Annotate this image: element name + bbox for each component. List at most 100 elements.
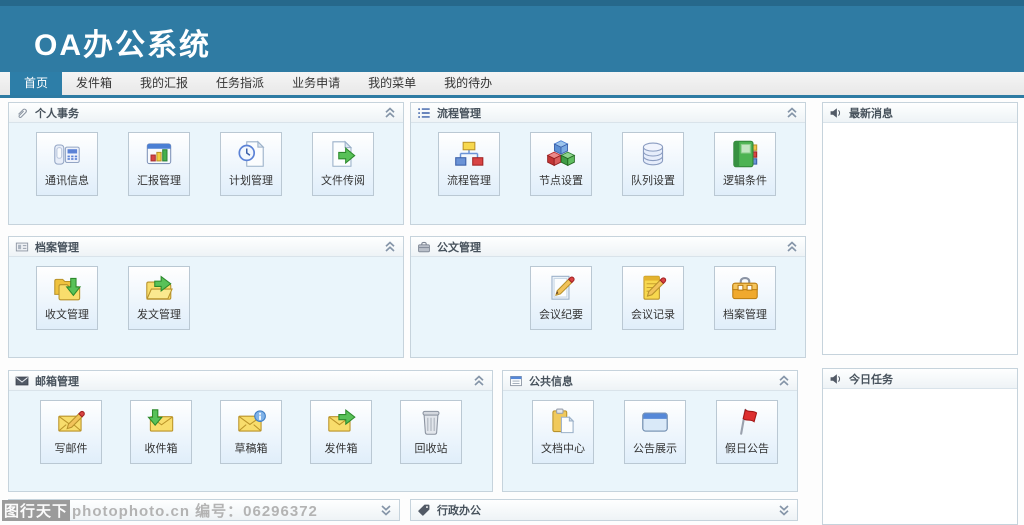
- collapse-down-icon[interactable]: [379, 504, 393, 517]
- panel-body: 写邮件 收件箱 草稿箱 发件箱回收站: [9, 391, 492, 464]
- app-tile-notice-display[interactable]: 公告展示: [624, 400, 686, 464]
- app-tile-meeting-minutes[interactable]: 会议纪要: [530, 266, 592, 330]
- app-tile-label: 通讯信息: [45, 172, 89, 188]
- app-tile-label: 流程管理: [447, 172, 491, 188]
- app-tile-file-circulation[interactable]: 文件传阅: [312, 132, 374, 196]
- panel-title: 个人事务: [35, 105, 79, 121]
- panel-body: 会议纪要会议记录档案管理: [411, 257, 805, 330]
- panel-body: 收文管理 发文管理: [9, 257, 403, 330]
- mail-compose-icon: [54, 405, 88, 439]
- collapse-up-icon[interactable]: [472, 374, 486, 387]
- collapse-up-icon[interactable]: [383, 106, 397, 119]
- panel-header: [9, 500, 399, 520]
- panel-title: 公文管理: [437, 239, 481, 255]
- app-tile-label: 逻辑条件: [723, 172, 767, 188]
- app-tile-process-management[interactable]: 流程管理: [438, 132, 500, 196]
- app-tile-node-settings[interactable]: 节点设置: [530, 132, 592, 196]
- app-tile-label: 文件传阅: [321, 172, 365, 188]
- panel-header: 今日任务: [823, 369, 1017, 389]
- panel-title: 最新消息: [849, 105, 893, 121]
- panel-header: 最新消息: [823, 103, 1017, 123]
- app-tile-meeting-records[interactable]: 会议记录: [622, 266, 684, 330]
- mail-draft-icon: [234, 405, 268, 439]
- collapse-up-icon[interactable]: [383, 240, 397, 253]
- app-tile-holiday-notice[interactable]: 假日公告: [716, 400, 778, 464]
- panel-title: 行政办公: [437, 502, 481, 518]
- app-tile-label: 档案管理: [723, 306, 767, 322]
- collapse-up-icon[interactable]: [785, 106, 799, 119]
- flowchart-icon: [452, 137, 486, 171]
- app-tile-doc-center[interactable]: 文档中心: [532, 400, 594, 464]
- app-tile-send-doc-management[interactable]: 发文管理: [128, 266, 190, 330]
- panel-mailbox-management: 邮箱管理写邮件收件箱草稿箱发件箱回收站: [8, 370, 493, 492]
- panel-process-management: 流程管理流程管理节点设置队列设置逻辑条件: [410, 102, 806, 225]
- nav-tabs: 首页发件箱我的汇报任务指派业务申请我的菜单我的待办: [0, 72, 1024, 95]
- app-tile-write-mail[interactable]: 写邮件: [40, 400, 102, 464]
- app-tile-outbox[interactable]: 发件箱: [310, 400, 372, 464]
- nav-tab-business-apply[interactable]: 业务申请: [278, 72, 354, 95]
- panel-admin-office: 行政办公: [410, 499, 798, 521]
- app-title: OA办公系统: [34, 20, 211, 64]
- app-tile-label: 节点设置: [539, 172, 583, 188]
- panel-today-tasks: 今日任务: [822, 368, 1018, 525]
- app-tile-label: 收文管理: [45, 306, 89, 322]
- tag-icon: [417, 503, 432, 518]
- report-chart-icon: [142, 137, 176, 171]
- mail-outbox-icon: [324, 405, 358, 439]
- speaker-icon: [829, 105, 844, 120]
- app-tile-label: 回收站: [415, 440, 448, 456]
- app-tile-plan-management[interactable]: 计划管理: [220, 132, 282, 196]
- nav-tab-my-todo[interactable]: 我的待办: [430, 72, 506, 95]
- app-tile-archive-management[interactable]: 档案管理: [714, 266, 776, 330]
- app-tile-report-management[interactable]: 汇报管理: [128, 132, 190, 196]
- nav-tab-my-menu[interactable]: 我的菜单: [354, 72, 430, 95]
- collapse-down-icon[interactable]: [777, 504, 791, 517]
- paperclip-icon: [15, 105, 30, 120]
- database-icon: [636, 137, 670, 171]
- app-tile-label: 假日公告: [725, 440, 769, 456]
- app-tile-logic-condition[interactable]: 逻辑条件: [714, 132, 776, 196]
- nav-tab-home[interactable]: 首页: [10, 72, 62, 95]
- folder-send-icon: [142, 271, 176, 305]
- app-tile-label: 草稿箱: [235, 440, 268, 456]
- panel-personal-affairs: 个人事务通讯信息 汇报管理计划管理 文件传阅: [8, 102, 404, 225]
- app-tile-recycle-bin[interactable]: 回收站: [400, 400, 462, 464]
- app-tile-queue-settings[interactable]: 队列设置: [622, 132, 684, 196]
- page: { "header": { "title": "OA办公系统" }, "nav"…: [0, 0, 1024, 525]
- nav-bar: 首页发件箱我的汇报任务指派业务申请我的菜单我的待办: [0, 72, 1024, 98]
- panel-header: 行政办公: [411, 500, 797, 520]
- app-header: OA办公系统: [0, 0, 1024, 72]
- mail-inbox-icon: [144, 405, 178, 439]
- app-tile-label: 写邮件: [55, 440, 88, 456]
- collapse-up-icon[interactable]: [785, 240, 799, 253]
- app-tile-inbox[interactable]: 收件箱: [130, 400, 192, 464]
- panel-header: 个人事务: [9, 103, 403, 123]
- app-tile-contact-info[interactable]: 通讯信息: [36, 132, 98, 196]
- nav-tab-outbox[interactable]: 发件箱: [62, 72, 126, 95]
- panel-title: 今日任务: [849, 371, 893, 387]
- panel-title: 流程管理: [437, 105, 481, 121]
- app-tile-label: 发文管理: [137, 306, 181, 322]
- app-tile-label: 队列设置: [631, 172, 675, 188]
- flag-icon: [730, 405, 764, 439]
- trash-icon: [414, 405, 448, 439]
- folder-receive-icon: [50, 271, 84, 305]
- card-icon: [15, 239, 30, 254]
- panel-body: 流程管理 节点设置 队列设置 逻辑条件: [411, 123, 805, 196]
- panel-title: 公共信息: [529, 373, 573, 389]
- book-icon: [728, 137, 762, 171]
- envelope-icon: [15, 373, 30, 388]
- app-tile-label: 收件箱: [145, 440, 178, 456]
- app-tile-receive-doc-management[interactable]: 收文管理: [36, 266, 98, 330]
- nav-tab-task-assignment[interactable]: 任务指派: [202, 72, 278, 95]
- collapse-up-icon[interactable]: [777, 374, 791, 387]
- app-tile-drafts[interactable]: 草稿箱: [220, 400, 282, 464]
- file-forward-icon: [326, 137, 360, 171]
- window-icon: [638, 405, 672, 439]
- nav-tab-my-report[interactable]: 我的汇报: [126, 72, 202, 95]
- app-tile-label: 计划管理: [229, 172, 273, 188]
- plan-clock-icon: [234, 137, 268, 171]
- page-pencil-icon: [544, 271, 578, 305]
- notepad-pencil-icon: [636, 271, 670, 305]
- panel-body: 文档中心公告展示假日公告: [503, 391, 797, 464]
